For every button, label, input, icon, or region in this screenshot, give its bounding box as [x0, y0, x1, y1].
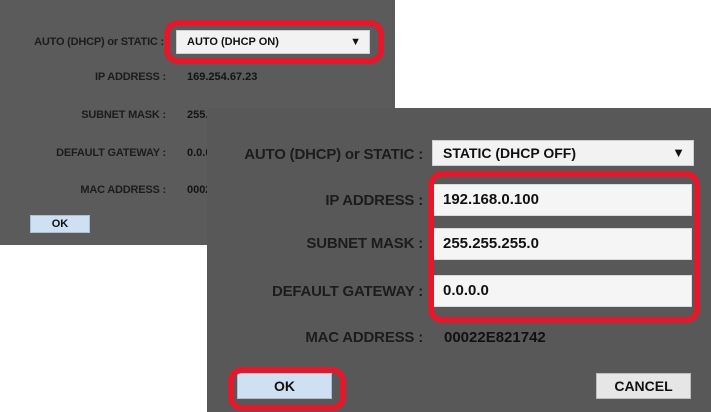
ip-value: 169.254.67.23 — [187, 71, 258, 83]
subnet-label: SUBNET MASK : — [81, 109, 166, 121]
default-gateway-field[interactable]: 0.0.0.0 — [432, 275, 692, 307]
subnet-mask-field[interactable]: 255.255.255.0 — [432, 228, 692, 260]
mode-label: AUTO (DHCP) or STATIC : — [34, 36, 164, 48]
ip-label: IP ADDRESS : — [95, 71, 166, 83]
mode-select[interactable]: AUTO (DHCP ON) ▼ — [176, 30, 370, 54]
ok-button[interactable]: OK — [237, 373, 332, 399]
mode-select-value: AUTO (DHCP ON) — [187, 36, 279, 48]
dropdown-arrow-icon: ▼ — [672, 145, 685, 160]
mode-label: AUTO (DHCP) or STATIC : — [244, 146, 423, 163]
mac-label: MAC ADDRESS : — [305, 329, 423, 346]
ok-button[interactable]: OK — [30, 215, 90, 233]
mode-select-value: STATIC (DHCP OFF) — [443, 145, 576, 161]
dropdown-arrow-icon: ▼ — [350, 36, 361, 48]
static-dialog: AUTO (DHCP) or STATIC : STATIC (DHCP OFF… — [207, 108, 711, 412]
mac-label: MAC ADDRESS : — [80, 184, 166, 196]
mac-value: 00022E821742 — [444, 329, 546, 346]
cancel-button[interactable]: CANCEL — [596, 373, 691, 399]
gateway-label: DEFAULT GATEWAY : — [56, 147, 166, 159]
ip-label: IP ADDRESS : — [325, 192, 423, 209]
gateway-label: DEFAULT GATEWAY : — [271, 283, 423, 300]
subnet-label: SUBNET MASK : — [306, 235, 423, 252]
mode-select[interactable]: STATIC (DHCP OFF) ▼ — [432, 140, 694, 166]
ip-address-field[interactable]: 192.168.0.100 — [432, 184, 692, 216]
